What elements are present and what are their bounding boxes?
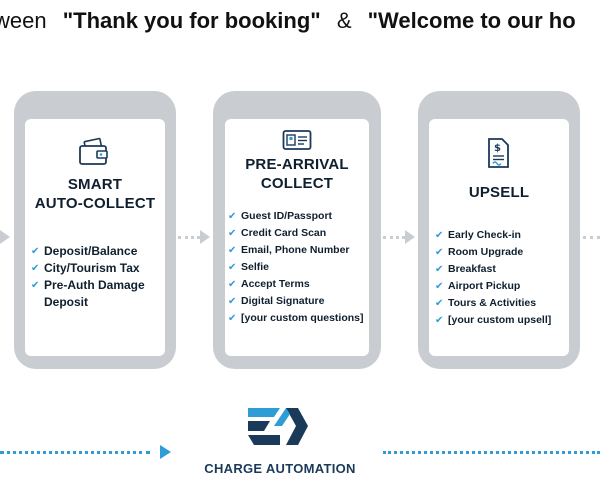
- connector-dots: [583, 236, 600, 239]
- arrowhead: [200, 230, 210, 244]
- list-item: ✔ Credit Card Scan: [228, 225, 368, 242]
- list-item: ✔ City/Tourism Tax: [31, 261, 140, 275]
- headline-ampersand: &: [336, 8, 352, 33]
- connector-dots: [178, 236, 200, 239]
- timeline-dots-right: [383, 451, 600, 454]
- check-icon: ✔: [228, 211, 237, 222]
- check-icon: ✔: [228, 296, 237, 307]
- phone-smart-auto-collect: SMART AUTO-COLLECT ✔ Deposit/Balance ✔ Cit…: [14, 91, 176, 369]
- check-icon: ✔: [228, 313, 237, 324]
- signed-document-icon: $: [485, 137, 511, 174]
- check-icon: ✔: [228, 228, 237, 239]
- card-item-list: ✔ Guest ID/Passport ✔ Credit Card Scan ✔ Em…: [228, 208, 368, 327]
- list-item: ✔ Deposit/Balance: [31, 244, 138, 258]
- list-item: ✔ Digital Signature: [228, 293, 368, 310]
- list-item: ✔ Accept Terms: [228, 276, 368, 293]
- card-title-line1: PRE-ARRIVAL: [245, 156, 349, 173]
- card-item-list: ✔ Deposit/Balance ✔ City/Tourism Tax ✔ Pre-…: [31, 243, 163, 311]
- charge-automation-logo-icon: [244, 404, 312, 455]
- headline-booking-quote: "Thank you for booking": [62, 8, 321, 33]
- phone-screen: $ UPSELL ✔ Early Check-in ✔ Room Upgrade ✔…: [429, 119, 569, 356]
- check-icon: ✔: [228, 279, 237, 290]
- list-item: ✔ Guest ID/Passport: [228, 208, 368, 225]
- list-item: ✔ Room Upgrade: [435, 244, 567, 261]
- check-icon: ✔: [435, 247, 444, 258]
- list-item: ✔ Tours & Activities: [435, 295, 567, 312]
- check-icon: ✔: [435, 298, 444, 309]
- card-title: SMART AUTO-COLLECT: [25, 175, 165, 213]
- check-icon: ✔: [228, 245, 237, 256]
- list-item: ✔ Early Check-in: [435, 227, 567, 244]
- timeline-dots-left: [0, 451, 150, 454]
- list-item: ✔ Selfie: [228, 259, 368, 276]
- check-icon: ✔: [31, 246, 40, 257]
- wallet-card-icon: [77, 137, 111, 172]
- arrowhead-left: [0, 230, 10, 244]
- phone-screen: SMART AUTO-COLLECT ✔ Deposit/Balance ✔ Cit…: [25, 119, 165, 356]
- list-item: ✔ Breakfast: [435, 261, 567, 278]
- list-item: ✔ Email, Phone Number: [228, 242, 368, 259]
- phone-upsell: $ UPSELL ✔ Early Check-in ✔ Room Upgrade ✔…: [418, 91, 580, 369]
- phone-pre-arrival-collect: PRE-ARRIVAL COLLECT ✔ Guest ID/Passport ✔…: [213, 91, 381, 369]
- list-item: ✔ [your custom questions]: [228, 310, 368, 327]
- list-item: ✔ Airport Pickup: [435, 278, 567, 295]
- card-title-line2: AUTO-COLLECT: [34, 195, 156, 212]
- check-icon: ✔: [435, 230, 444, 241]
- card-title-line2: COLLECT: [260, 175, 334, 192]
- card-title-line1: SMART: [67, 176, 123, 193]
- check-icon: ✔: [435, 281, 444, 292]
- card-item-list: ✔ Early Check-in ✔ Room Upgrade ✔ Breakfast…: [435, 227, 567, 329]
- list-item: ✔ [your custom upsell]: [435, 312, 567, 329]
- check-icon: ✔: [435, 264, 444, 275]
- connector-dots: [383, 236, 405, 239]
- card-title: UPSELL: [468, 184, 530, 201]
- brand-name: CHARGE AUTOMATION: [204, 461, 356, 476]
- check-icon: ✔: [31, 280, 40, 291]
- headline-welcome-quote: "Welcome to our ho: [367, 8, 576, 33]
- check-icon: ✔: [435, 315, 444, 326]
- headline-lead: ween: [0, 8, 47, 33]
- timeline-arrowhead: [160, 445, 171, 459]
- arrowhead: [405, 230, 415, 244]
- list-item: ✔ Pre-Auth Damage Deposit: [31, 278, 145, 309]
- check-icon: ✔: [31, 263, 40, 274]
- id-card-icon: [282, 129, 312, 156]
- card-title: PRE-ARRIVAL COLLECT: [225, 155, 369, 193]
- headline: ween "Thank you for booking" & "Welcome …: [0, 8, 600, 34]
- check-icon: ✔: [228, 262, 237, 273]
- svg-text:$: $: [494, 143, 501, 154]
- phone-screen: PRE-ARRIVAL COLLECT ✔ Guest ID/Passport ✔…: [225, 119, 369, 356]
